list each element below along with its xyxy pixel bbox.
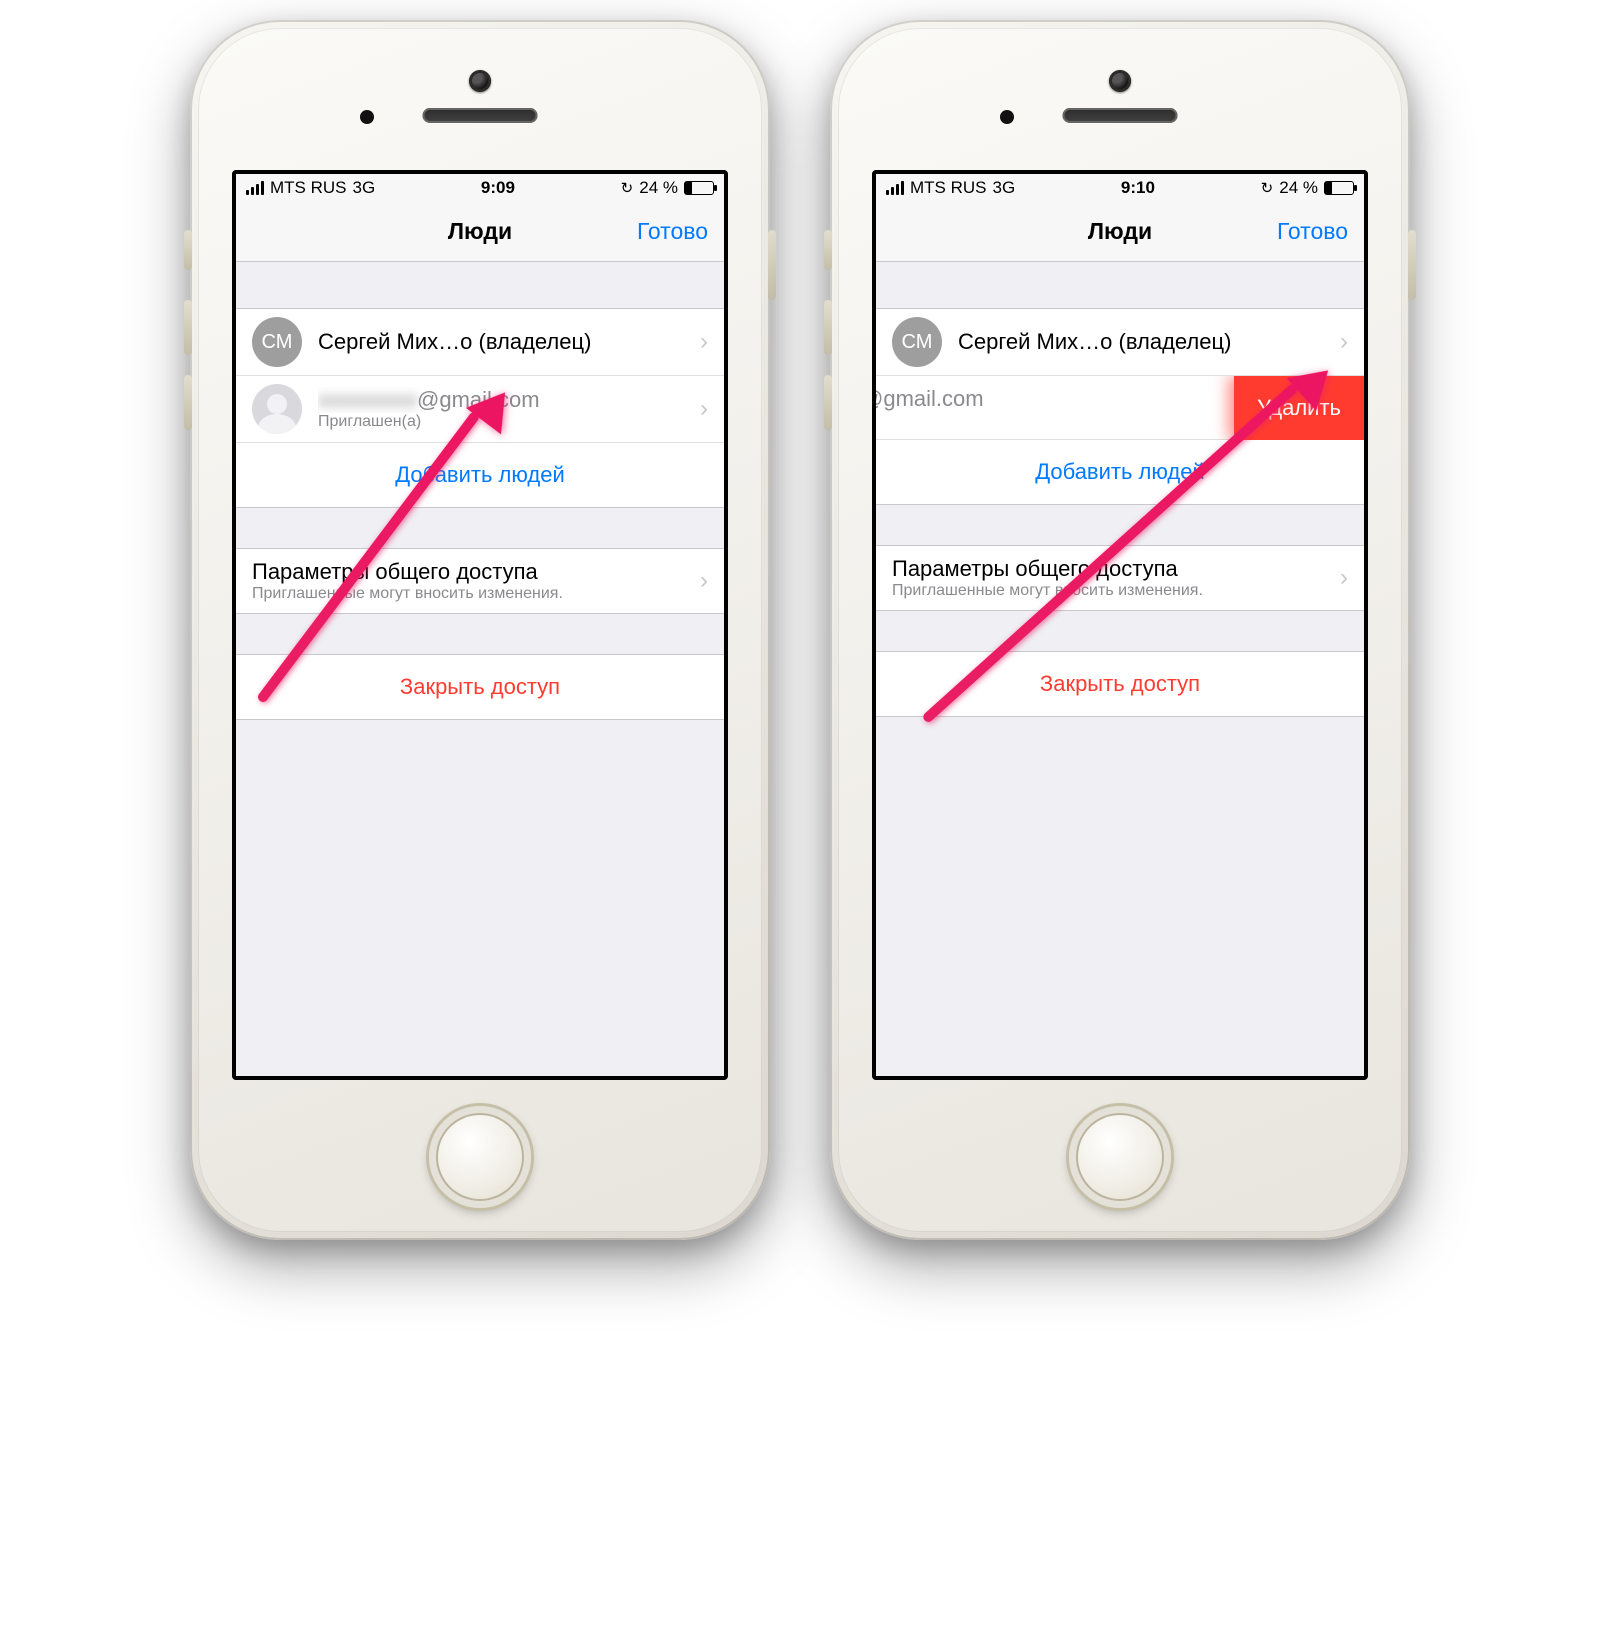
volume-up-button	[184, 300, 192, 355]
network-label: 3G	[993, 178, 1016, 198]
earpiece-speaker	[1063, 108, 1178, 123]
sharing-options-row[interactable]: Параметры общего доступа Приглашенные мо…	[876, 546, 1364, 610]
owner-name: Сергей Мих…о (владелец)	[958, 329, 1330, 355]
content-area: СМ Сергей Мих…о (владелец) › xxxxxxxxx@g…	[236, 262, 724, 720]
stop-sharing-button[interactable]: Закрыть доступ	[236, 655, 724, 719]
proximity-sensor	[1000, 110, 1014, 124]
battery-icon	[1324, 181, 1354, 195]
battery-icon	[684, 181, 714, 195]
avatar-placeholder-icon	[252, 384, 302, 434]
stop-sharing-label: Закрыть доступ	[400, 674, 560, 700]
nav-bar: Люди Готово	[876, 202, 1364, 262]
chevron-right-icon: ›	[1330, 564, 1348, 592]
done-button[interactable]: Готово	[637, 218, 708, 245]
invited-email: xxxxxxxxx@gmail.com	[318, 387, 690, 413]
clock: 9:10	[1121, 178, 1155, 198]
sharing-title: Параметры общего доступа	[892, 556, 1330, 582]
nav-bar: Люди Готово	[236, 202, 724, 262]
home-button[interactable]	[429, 1106, 531, 1208]
sharing-sub: Приглашенные могут вносить изменения.	[252, 585, 690, 603]
invited-status: Приглашен(а)	[318, 413, 690, 431]
stop-sharing-group: Закрыть доступ	[236, 654, 724, 720]
people-group: СМ Сергей Мих…о (владелец) › xxxxxxxxx@g…	[236, 308, 724, 508]
add-people-label: Добавить людей	[1035, 459, 1205, 485]
avatar-initials: СМ	[252, 317, 302, 367]
battery-percent: 24 %	[639, 178, 678, 198]
power-button	[768, 230, 776, 300]
volume-down-button	[824, 375, 832, 430]
volume-down-button	[184, 375, 192, 430]
sharing-sub: Приглашенные могут вносить изменения.	[892, 582, 1330, 600]
battery-percent: 24 %	[1279, 178, 1318, 198]
owner-name: Сергей Мих…о (владелец)	[318, 329, 690, 355]
owner-row[interactable]: СМ Сергей Мих…о (владелец) ›	[236, 309, 724, 376]
page-title: Люди	[448, 218, 512, 245]
status-bar: MTS RUS 3G 9:09 ↻ 24 %	[236, 174, 724, 202]
home-button[interactable]	[1069, 1106, 1171, 1208]
carrier-label: MTS RUS	[910, 178, 987, 198]
chevron-right-icon: ›	[690, 567, 708, 595]
status-bar: MTS RUS 3G 9:10 ↻ 24 %	[876, 174, 1364, 202]
mute-switch	[824, 230, 832, 270]
chevron-right-icon: ›	[690, 395, 708, 423]
front-camera	[469, 70, 491, 92]
screen: MTS RUS 3G 9:09 ↻ 24 % Люди Готово СМ Се…	[232, 170, 728, 1080]
signal-icon	[886, 181, 904, 195]
sharing-group: Параметры общего доступа Приглашенные мо…	[876, 545, 1364, 611]
network-label: 3G	[353, 178, 376, 198]
sharing-group: Параметры общего доступа Приглашенные мо…	[236, 548, 724, 614]
chevron-right-icon: ›	[690, 328, 708, 356]
delete-button[interactable]: Удалить	[1234, 376, 1364, 440]
signal-icon	[246, 181, 264, 195]
page-title: Люди	[1088, 218, 1152, 245]
chevron-right-icon: ›	[1330, 328, 1348, 356]
stop-sharing-group: Закрыть доступ	[876, 651, 1364, 717]
stop-sharing-label: Закрыть доступ	[1040, 671, 1200, 697]
sharing-title: Параметры общего доступа	[252, 559, 690, 585]
carrier-label: MTS RUS	[270, 178, 347, 198]
front-camera	[1109, 70, 1131, 92]
earpiece-speaker	[423, 108, 538, 123]
add-people-label: Добавить людей	[395, 462, 565, 488]
mute-switch	[184, 230, 192, 270]
people-group: СМ Сергей Мих…о (владелец) › xxxxxxxxx@g…	[876, 308, 1364, 505]
phone-right: MTS RUS 3G 9:10 ↻ 24 % Люди Готово СМ Се…	[830, 20, 1410, 1240]
phone-left: MTS RUS 3G 9:09 ↻ 24 % Люди Готово СМ Се…	[190, 20, 770, 1240]
sharing-options-row[interactable]: Параметры общего доступа Приглашенные мо…	[236, 549, 724, 613]
invited-row-swipe: xxxxxxxxx@gmail.com Приглашен(а) › Удали…	[876, 376, 1364, 440]
screen: MTS RUS 3G 9:10 ↻ 24 % Люди Готово СМ Се…	[872, 170, 1368, 1080]
add-people-button[interactable]: Добавить людей	[236, 443, 724, 507]
invited-row[interactable]: xxxxxxxxx@gmail.com Приглашен(а) ›	[236, 376, 724, 443]
orientation-lock-icon: ↻	[621, 179, 634, 197]
content-area: СМ Сергей Мих…о (владелец) › xxxxxxxxx@g…	[876, 262, 1364, 717]
clock: 9:09	[481, 178, 515, 198]
power-button	[1408, 230, 1416, 300]
volume-up-button	[824, 300, 832, 355]
add-people-button[interactable]: Добавить людей	[876, 440, 1364, 504]
avatar-initials: СМ	[892, 317, 942, 367]
orientation-lock-icon: ↻	[1261, 179, 1274, 197]
owner-row[interactable]: СМ Сергей Мих…о (владелец) ›	[876, 309, 1364, 376]
delete-label: Удалить	[1257, 395, 1341, 421]
proximity-sensor	[360, 110, 374, 124]
done-button[interactable]: Готово	[1277, 218, 1348, 245]
stop-sharing-button[interactable]: Закрыть доступ	[876, 652, 1364, 716]
